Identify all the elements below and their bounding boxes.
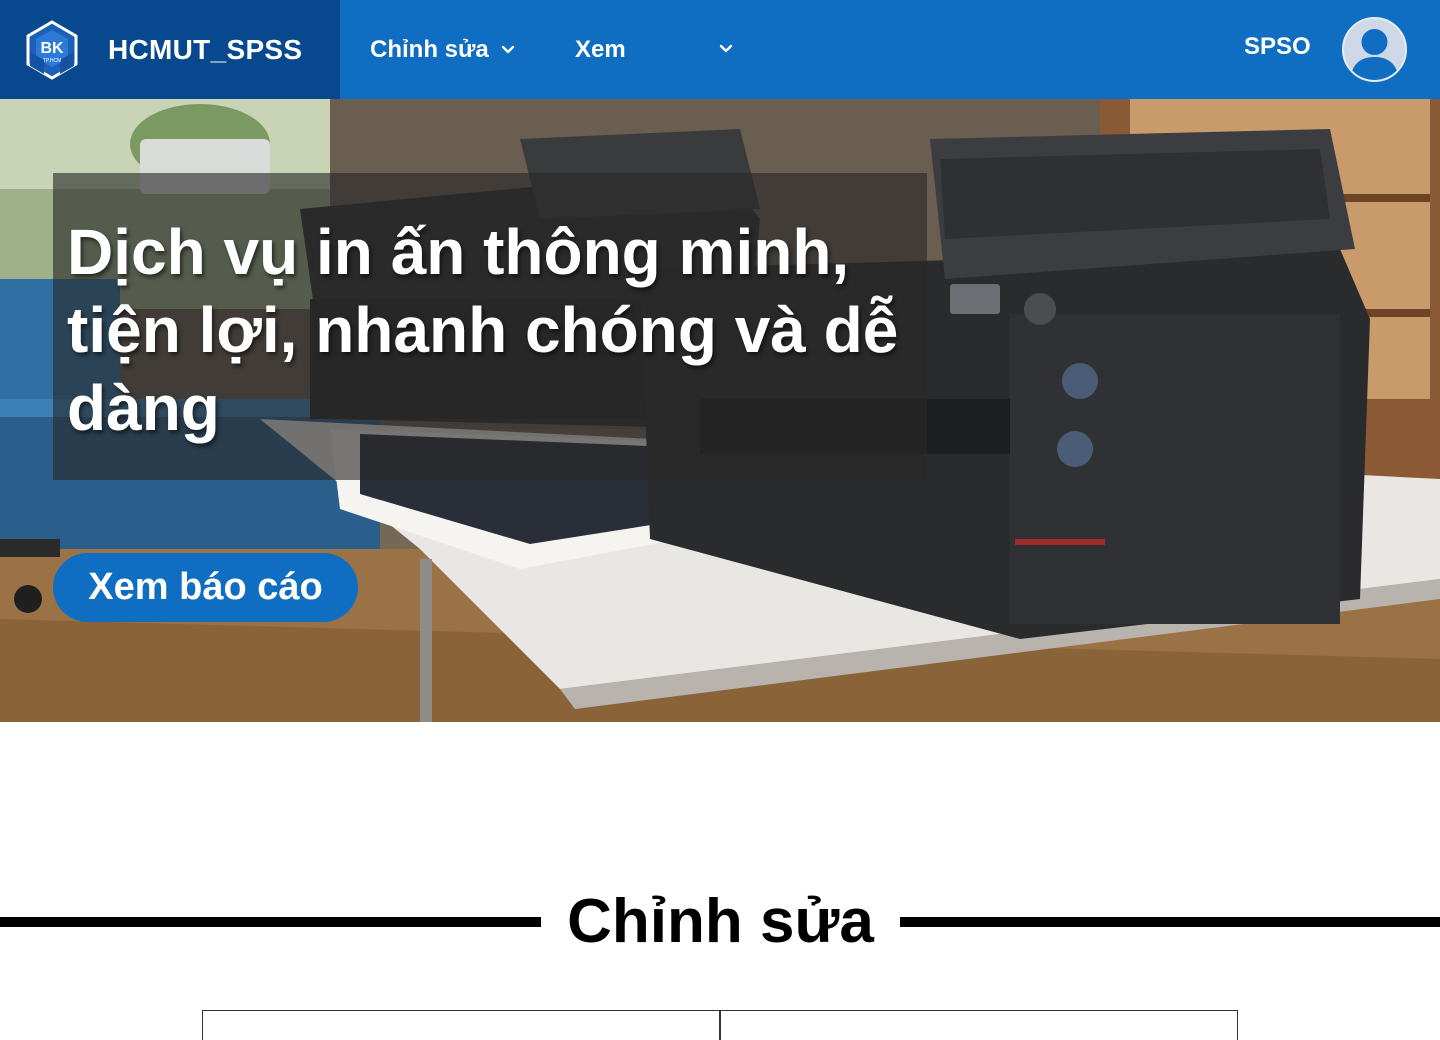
- chevron-down-icon: [719, 44, 733, 53]
- brand-name: HCMUT_SPSS: [108, 33, 303, 65]
- nav-menu-edit-label: Chỉnh sửa: [370, 35, 489, 63]
- logo-text: BK: [40, 40, 64, 57]
- chevron-down-icon: [501, 45, 514, 53]
- nav-menu-view[interactable]: Xem: [575, 0, 733, 99]
- nav-menu-edit[interactable]: Chỉnh sửa: [370, 0, 515, 99]
- divider-right: [900, 917, 1440, 927]
- section-title: Chỉnh sửa: [567, 887, 874, 956]
- divider-left: [0, 917, 541, 927]
- brand-block[interactable]: BK TP.HCM HCMUT_SPSS: [0, 0, 340, 99]
- user-avatar-icon[interactable]: [1342, 17, 1407, 82]
- nav-menu-view-label: Xem: [575, 35, 626, 63]
- user-silhouette-icon: [1350, 29, 1399, 80]
- hero-banner: Dịch vụ in ấn thông minh, tiện lợi, nhan…: [0, 99, 1440, 722]
- edit-table-column-divider: [719, 1010, 721, 1040]
- logo-subtext: TP.HCM: [43, 58, 62, 64]
- section-heading-row: Chỉnh sửa: [0, 880, 1440, 964]
- bk-logo: BK TP.HCM: [26, 19, 78, 80]
- view-report-button[interactable]: Xem báo cáo: [53, 553, 358, 622]
- user-role-label: SPSO: [1244, 33, 1311, 60]
- hero-title: Dịch vụ in ấn thông minh, tiện lợi, nhan…: [67, 216, 899, 444]
- top-header: BK TP.HCM HCMUT_SPSS Chỉnh sửa Xem SPSO: [0, 0, 1440, 99]
